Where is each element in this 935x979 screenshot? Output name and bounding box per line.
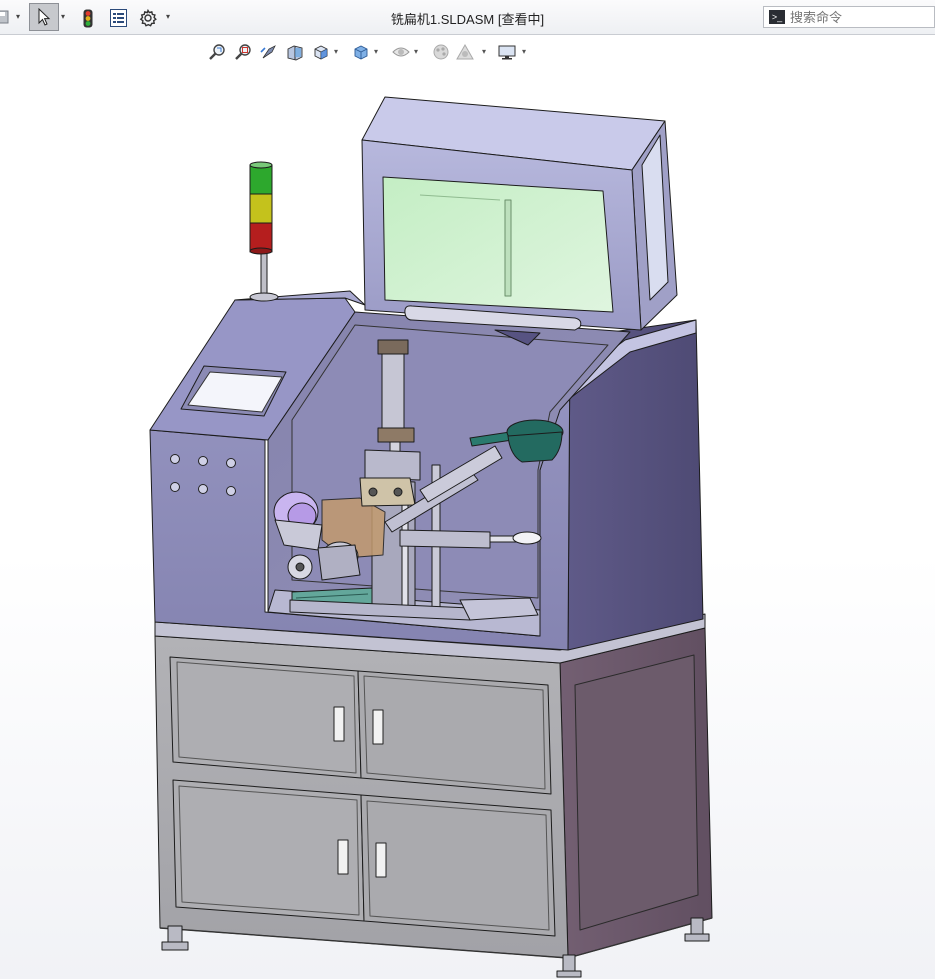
lower-cabinet: [154, 627, 713, 978]
select-pointer-icon: [38, 8, 51, 26]
safety-hood: [361, 96, 678, 346]
search-input[interactable]: [790, 9, 930, 25]
options-dropdown-caret[interactable]: ▾: [166, 12, 170, 21]
save-icon[interactable]: [0, 8, 10, 26]
select-dropdown-caret[interactable]: ▾: [61, 12, 65, 21]
file-properties-icon[interactable]: [108, 8, 128, 28]
search-commands-box[interactable]: >_: [763, 6, 935, 28]
graphics-area[interactable]: ▾ ▾ ▾ ▾ ▾: [0, 35, 935, 979]
assembly-model[interactable]: [0, 35, 935, 979]
command-prompt-icon: >_: [769, 10, 785, 24]
options-gear-icon[interactable]: [138, 8, 158, 28]
signal-tower: [249, 161, 279, 302]
traffic-light-icon[interactable]: [80, 8, 96, 28]
select-pointer-button[interactable]: [29, 3, 59, 31]
top-toolbar: ▾ ▾ ▾ 铣扁机1.SLDASM [查看中] >_ 搜索命令: [0, 0, 935, 35]
save-dropdown-caret[interactable]: ▾: [16, 12, 20, 21]
